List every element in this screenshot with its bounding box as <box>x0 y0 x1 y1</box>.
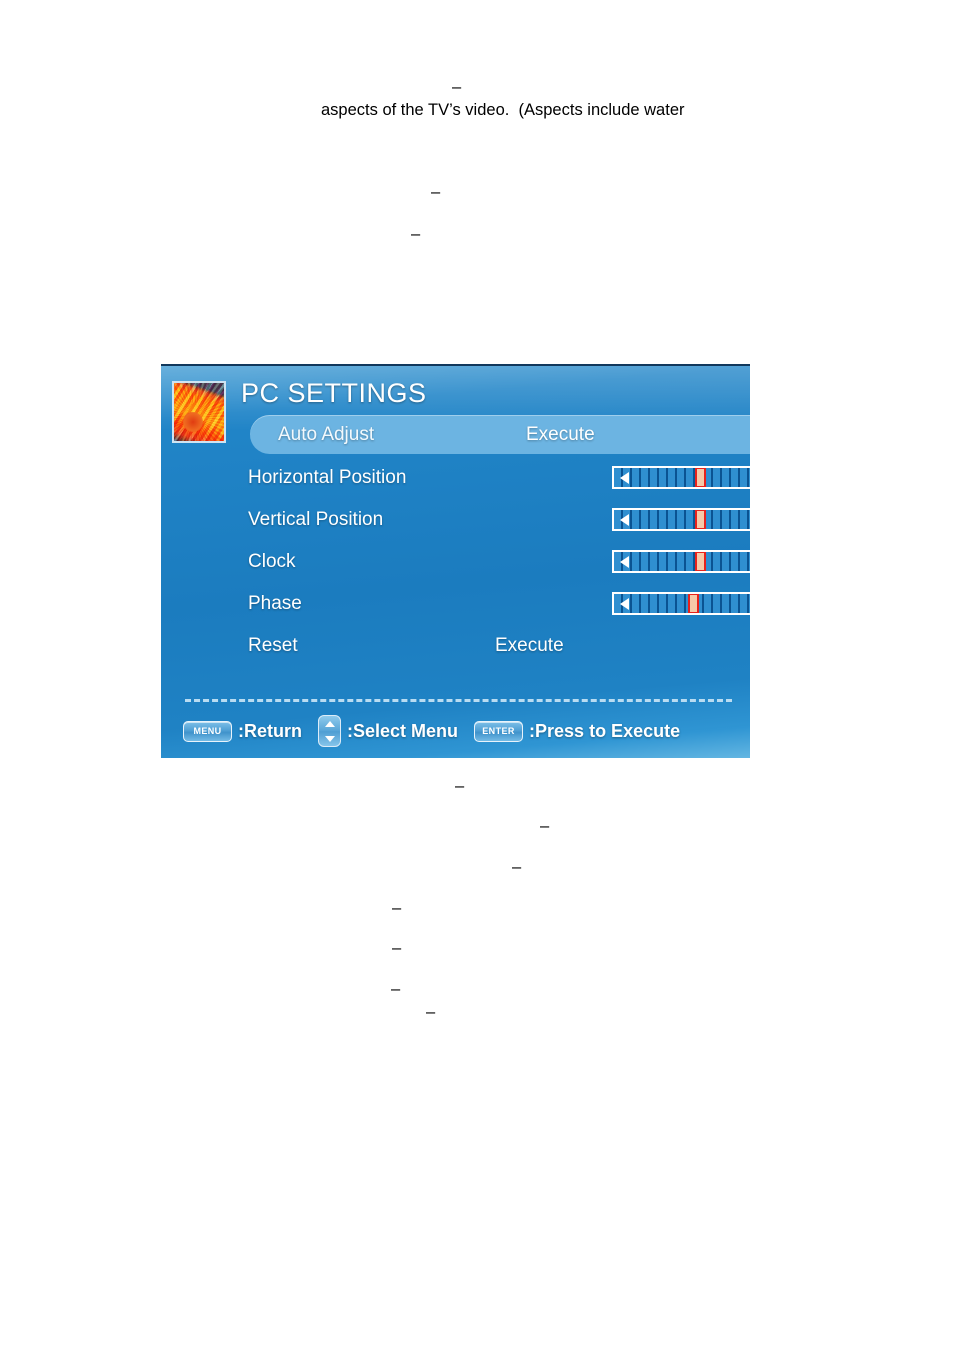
slider-ticks <box>614 468 750 487</box>
body-dash: – <box>411 225 421 243</box>
hint-group: :Select Menu <box>318 715 458 747</box>
osd-row-value[interactable]: Execute <box>526 424 595 446</box>
osd-row[interactable]: Vertical Position <box>248 500 750 539</box>
body-dash: – <box>455 777 465 795</box>
picture-thumbnail-icon <box>172 381 226 443</box>
osd-slider[interactable] <box>612 508 750 531</box>
arrow-left-icon[interactable] <box>620 513 629 526</box>
arrow-left-icon[interactable] <box>620 597 629 610</box>
icon-rays <box>174 383 224 441</box>
hint-group: ENTER:Press to Execute <box>474 720 681 742</box>
slider-thumb[interactable] <box>687 594 699 613</box>
hint-label: :Press to Execute <box>529 720 681 741</box>
osd-row[interactable]: Horizontal Position <box>248 458 750 497</box>
hint-group: MENU :Return <box>183 720 302 742</box>
hint-label: :Return <box>238 720 302 741</box>
osd-row-label: Reset <box>248 634 298 656</box>
body-dash: – <box>431 183 441 201</box>
arrow-left-icon[interactable] <box>620 555 629 568</box>
key-badge-menu: MENU <box>183 720 232 742</box>
osd-row-label: Horizontal Position <box>248 466 407 488</box>
osd-row-label: Auto Adjust <box>278 423 375 445</box>
divider <box>185 699 732 702</box>
osd-row-label: Phase <box>248 592 302 614</box>
osd-pc-settings-panel: PC SETTINGS Auto Adjust Execute Horizontal… <box>161 364 750 758</box>
osd-slider[interactable] <box>612 550 750 573</box>
osd-row[interactable]: Reset Execute <box>248 626 705 665</box>
body-dash: – <box>512 858 522 876</box>
osd-row-value[interactable]: Execute <box>495 635 564 657</box>
icon-core <box>183 412 203 432</box>
arrow-down-glyph <box>324 735 335 742</box>
osd-row[interactable]: Auto Adjust Execute <box>250 415 750 454</box>
body-dash: – <box>540 817 550 835</box>
up-down-arrows-icon <box>318 715 341 747</box>
osd-slider[interactable] <box>612 592 750 615</box>
arrow-up-icon <box>319 716 340 731</box>
body-dash: – <box>426 1003 436 1021</box>
slider-thumb[interactable] <box>694 468 706 487</box>
osd-row-label: Clock <box>248 550 296 572</box>
body-dash: – <box>452 78 462 96</box>
hint-label: :Select Menu <box>347 720 459 741</box>
slider-ticks <box>614 594 750 613</box>
osd-hint-bar: MENU :Return :Select Menu ENTER:Press to Ex… <box>183 714 696 748</box>
page-title: PC SETTINGS <box>241 378 427 408</box>
arrow-down-icon <box>319 731 340 746</box>
osd-row-label: Vertical Position <box>248 508 384 530</box>
osd-row[interactable]: Phase <box>248 584 750 623</box>
body-dash: – <box>391 980 401 998</box>
osd-row[interactable]: Clock <box>248 542 750 581</box>
slider-ticks <box>614 552 750 571</box>
slider-thumb[interactable] <box>694 510 706 529</box>
key-badge-enter: ENTER <box>474 720 524 742</box>
body-dash: – <box>392 939 402 957</box>
arrow-up-glyph <box>324 720 335 727</box>
body-paragraph: aspects of the TV’s video. (Aspects incl… <box>321 101 685 119</box>
osd-slider[interactable] <box>612 466 750 489</box>
slider-ticks <box>614 510 750 529</box>
slider-thumb[interactable] <box>694 552 706 571</box>
body-dash: – <box>392 899 402 917</box>
arrow-left-icon[interactable] <box>620 471 629 484</box>
